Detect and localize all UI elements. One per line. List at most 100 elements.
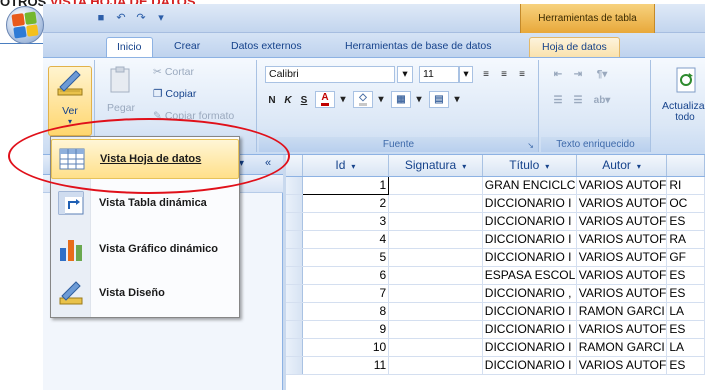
cell-autor[interactable]: VARIOS AUTOF bbox=[576, 248, 668, 267]
bullets-icon[interactable]: ☰ bbox=[569, 92, 587, 109]
table-row[interactable]: 11 DICCIONARIO I VARIOS AUTOF ES bbox=[286, 356, 705, 375]
cell-id[interactable]: 11 bbox=[302, 356, 390, 375]
cell-id[interactable]: 3 bbox=[302, 212, 390, 231]
cell-titulo[interactable]: GRAN ENCICLC bbox=[482, 176, 577, 195]
record-selector[interactable] bbox=[286, 230, 303, 249]
table-row[interactable]: 6 ESPASA ESCOL VARIOS AUTOF ES bbox=[286, 266, 705, 285]
record-selector[interactable] bbox=[286, 176, 303, 195]
cell-signatura[interactable] bbox=[388, 320, 483, 339]
cell-extra[interactable]: OC bbox=[666, 194, 705, 213]
cell-autor[interactable]: VARIOS AUTOF bbox=[576, 194, 668, 213]
cell-autor[interactable]: VARIOS AUTOF bbox=[576, 320, 668, 339]
cell-id[interactable]: 4 bbox=[302, 230, 390, 249]
decrease-indent-icon[interactable]: ⇤ bbox=[549, 66, 567, 83]
cell-id[interactable]: 2 bbox=[302, 194, 390, 213]
paragraph-direction-icon[interactable]: ¶▾ bbox=[591, 66, 613, 83]
cell-autor[interactable]: RAMON GARCI bbox=[576, 302, 668, 321]
sort-dropdown-icon[interactable]: ▾ bbox=[545, 162, 549, 171]
cell-extra[interactable]: LA bbox=[666, 302, 705, 321]
cell-titulo[interactable]: DICCIONARIO I bbox=[482, 230, 577, 249]
cell-extra[interactable]: ES bbox=[666, 320, 705, 339]
cell-autor[interactable]: VARIOS AUTOF bbox=[576, 212, 668, 231]
font-color-button[interactable]: A bbox=[315, 91, 335, 108]
cell-extra[interactable]: GF bbox=[666, 248, 705, 267]
align-left-icon[interactable]: ≡ bbox=[477, 66, 495, 83]
cell-id[interactable]: 10 bbox=[302, 338, 390, 357]
cell-titulo[interactable]: DICCIONARIO I bbox=[482, 338, 577, 357]
paste-button[interactable]: Pegar bbox=[101, 64, 141, 134]
column-header-extra[interactable] bbox=[666, 155, 705, 177]
alternate-fill-button[interactable]: ▤ bbox=[429, 91, 449, 108]
menu-item-pivot-chart-view[interactable]: Vista Gráfico dinámico bbox=[51, 229, 239, 269]
redo-icon[interactable]: ↷ bbox=[133, 10, 149, 26]
cell-id[interactable]: 5 bbox=[302, 248, 390, 267]
record-selector[interactable] bbox=[286, 194, 303, 213]
cell-autor[interactable]: RAMON GARCI bbox=[576, 338, 668, 357]
underline-button[interactable]: S bbox=[297, 92, 311, 109]
table-row[interactable]: 1 GRAN ENCICLC VARIOS AUTOF RI bbox=[286, 175, 705, 195]
cell-titulo[interactable]: ESPASA ESCOL bbox=[482, 266, 577, 285]
cell-extra[interactable]: ES bbox=[666, 266, 705, 285]
cell-id[interactable]: 1 bbox=[301, 175, 390, 195]
refresh-all-button[interactable]: Actualizar todo bbox=[657, 64, 705, 134]
sort-dropdown-icon[interactable]: ▾ bbox=[351, 162, 355, 171]
cell-autor[interactable]: VARIOS AUTOF bbox=[576, 356, 668, 375]
cell-extra[interactable]: RA bbox=[666, 230, 705, 249]
cell-extra[interactable]: ES bbox=[666, 284, 705, 303]
cell-signatura[interactable] bbox=[388, 266, 483, 285]
record-selector[interactable] bbox=[286, 266, 303, 285]
menu-item-pivot-table-view[interactable]: Vista Tabla dinámica bbox=[51, 183, 239, 223]
chevron-down-icon[interactable]: ▾ bbox=[337, 91, 349, 108]
font-size-select[interactable]: 11 bbox=[419, 66, 459, 83]
table-row[interactable]: 8 DICCIONARIO I RAMON GARCI LA bbox=[286, 302, 705, 321]
menu-item-datasheet-view[interactable]: Vista Hoja de datos bbox=[51, 139, 239, 179]
table-row[interactable]: 3 DICCIONARIO I VARIOS AUTOF ES bbox=[286, 212, 705, 231]
dialog-launcher-icon[interactable]: ↘ bbox=[527, 141, 534, 150]
record-selector[interactable] bbox=[286, 320, 303, 339]
menu-item-design-view[interactable]: Vista Diseño bbox=[51, 273, 239, 313]
cell-titulo[interactable]: DICCIONARIO I bbox=[482, 302, 577, 321]
cell-id[interactable]: 6 bbox=[302, 266, 390, 285]
cell-signatura[interactable] bbox=[388, 284, 483, 303]
cell-id[interactable]: 9 bbox=[302, 320, 390, 339]
cell-titulo[interactable]: DICCIONARIO I bbox=[482, 248, 577, 267]
font-name-select[interactable]: Calibri bbox=[265, 66, 395, 83]
chevron-down-icon[interactable]: ▾ bbox=[375, 91, 387, 108]
highlight-text-icon[interactable]: ab▾ bbox=[591, 92, 613, 109]
cell-signatura[interactable] bbox=[388, 176, 483, 195]
chevron-down-icon[interactable]: ▾ bbox=[413, 91, 425, 108]
cell-extra[interactable]: RI bbox=[666, 176, 705, 195]
cut-button[interactable]: ✂ Cortar bbox=[153, 66, 194, 78]
office-button[interactable] bbox=[6, 6, 44, 44]
chevron-down-icon[interactable]: ▾ bbox=[451, 91, 463, 108]
cell-id[interactable]: 8 bbox=[302, 302, 390, 321]
record-selector[interactable] bbox=[286, 338, 303, 357]
cell-id[interactable]: 7 bbox=[302, 284, 390, 303]
record-selector[interactable] bbox=[286, 284, 303, 303]
ver-button[interactable]: Ver ▾ bbox=[48, 66, 92, 136]
tab-inicio[interactable]: Inicio bbox=[106, 37, 153, 57]
cell-titulo[interactable]: DICCIONARIO I bbox=[482, 320, 577, 339]
column-header-autor[interactable]: Autor ▾ bbox=[576, 155, 668, 177]
cell-extra[interactable]: ES bbox=[666, 356, 705, 375]
cell-extra[interactable]: LA bbox=[666, 338, 705, 357]
bold-button[interactable]: N bbox=[265, 92, 279, 109]
cell-autor[interactable]: VARIOS AUTOF bbox=[576, 176, 668, 195]
cell-titulo[interactable]: DICCIONARIO I bbox=[482, 212, 577, 231]
record-selector[interactable] bbox=[286, 248, 303, 267]
select-all-cell[interactable] bbox=[286, 155, 303, 177]
tab-herramientas-bd[interactable]: Herramientas de base de datos bbox=[345, 37, 492, 57]
table-row[interactable]: 2 DICCIONARIO I VARIOS AUTOF OC bbox=[286, 194, 705, 213]
copy-button[interactable]: ❐ Copiar bbox=[153, 88, 196, 100]
tab-crear[interactable]: Crear bbox=[174, 37, 200, 57]
column-header-titulo[interactable]: Título ▾ bbox=[482, 155, 577, 177]
cell-autor[interactable]: VARIOS AUTOF bbox=[576, 266, 668, 285]
customize-qat-icon[interactable]: ▾ bbox=[153, 10, 169, 26]
tab-hoja-de-datos[interactable]: Hoja de datos bbox=[529, 37, 620, 57]
cell-titulo[interactable]: DICCIONARIO I bbox=[482, 356, 577, 375]
cell-signatura[interactable] bbox=[388, 212, 483, 231]
save-icon[interactable]: ■ bbox=[93, 10, 109, 26]
cell-signatura[interactable] bbox=[388, 230, 483, 249]
cell-signatura[interactable] bbox=[388, 248, 483, 267]
table-row[interactable]: 7 DICCIONARIO , VARIOS AUTOF ES bbox=[286, 284, 705, 303]
